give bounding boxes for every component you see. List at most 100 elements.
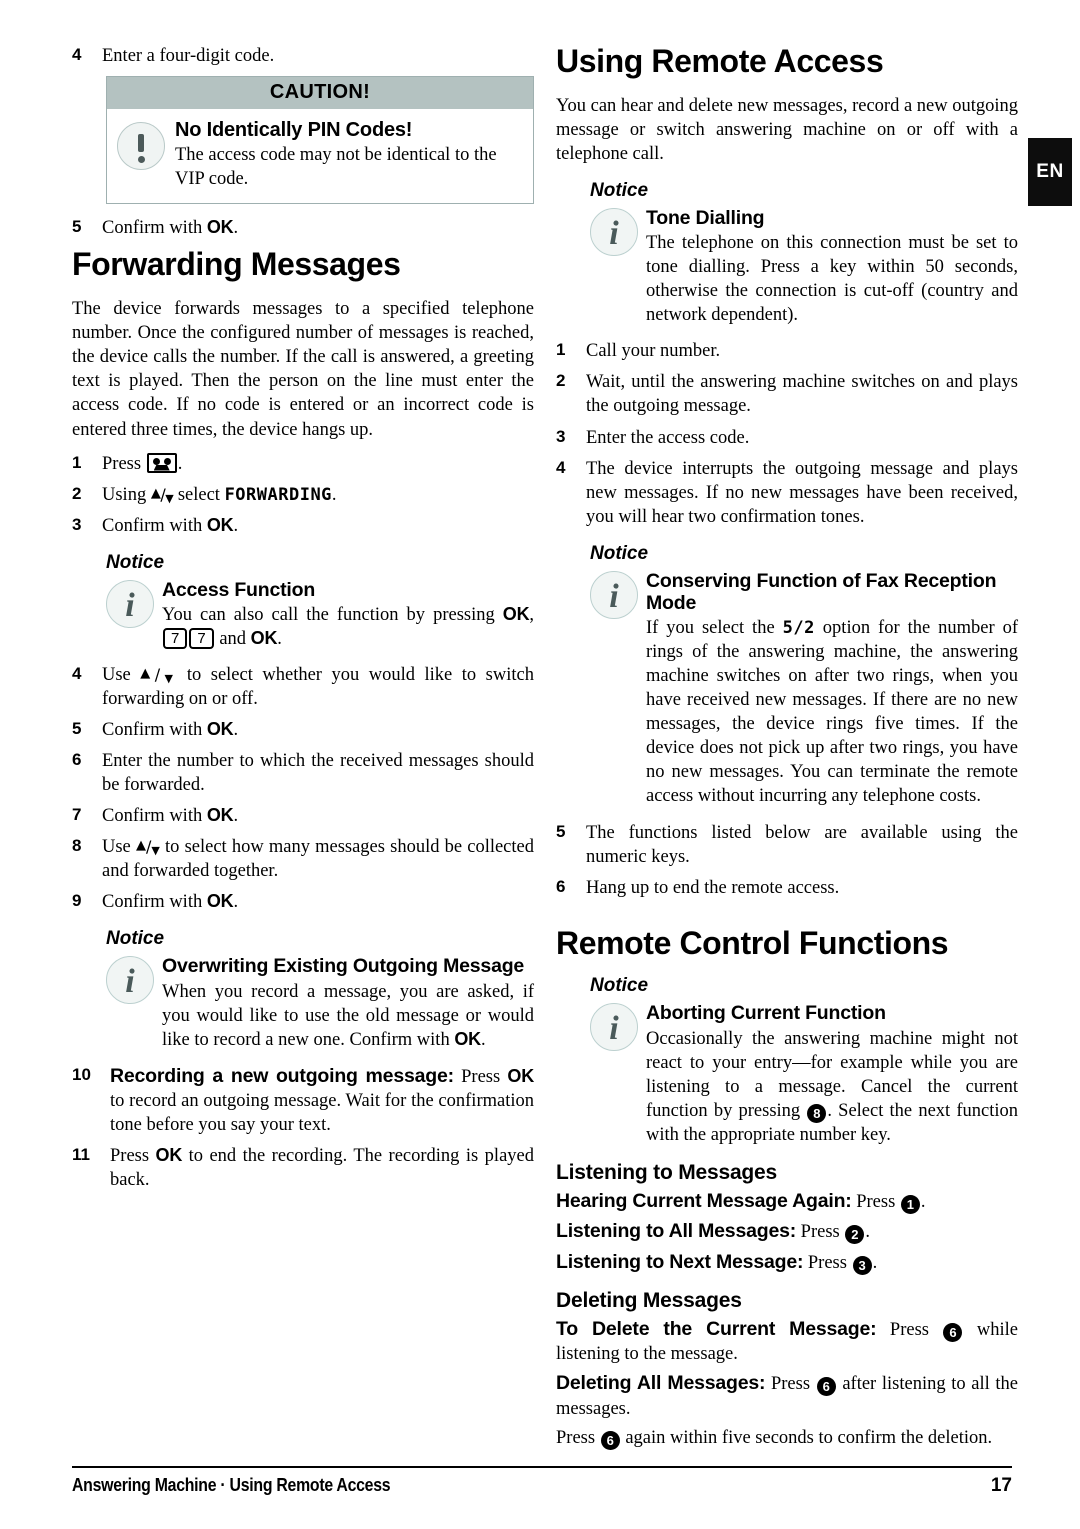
item-lead-in: To Delete the Current Message: [556, 1317, 877, 1340]
caution-header: CAUTION! [107, 77, 533, 110]
notice-tone-dialling: Notice i Tone Dialling The telephone on … [556, 180, 1018, 327]
step-number: 4 [556, 457, 566, 477]
step-text-tail: . [233, 720, 239, 741]
notice-label: Notice [590, 542, 649, 564]
notice-desc-post: . [277, 628, 282, 649]
step-item: 11 Press OK to end the recording. The rec… [72, 1144, 534, 1192]
step-text: Use [102, 665, 141, 685]
notice-label: Notice [590, 179, 649, 201]
notice-aborting-current-function: Notice i Aborting Current Function Occas… [556, 975, 1018, 1146]
notice-title: Aborting Current Function [646, 1002, 886, 1025]
notice-desc-pre: You can also call the function by pressi… [162, 604, 503, 625]
left-steps-group-a: 4 Enter a four-digit code. [72, 44, 534, 68]
manual-page: EN 4 Enter a four-digit code. CAUTION! N… [0, 0, 1080, 1529]
confirm-text-post: again within five seconds to confirm the… [620, 1427, 993, 1448]
step-text: Confirm with [102, 218, 207, 239]
notice-desc-post: . [480, 1029, 486, 1050]
numeric-key-2-icon: 2 [845, 1225, 865, 1245]
item-text-mid: Press [876, 1319, 943, 1340]
step-item: 8 Use ▲/▼ to select how many messages sho… [72, 835, 534, 883]
step-text: Using [102, 484, 151, 505]
item-text-tail: . [920, 1191, 926, 1212]
step-number: 5 [72, 217, 82, 237]
notice-text: Access Function You can also call the fu… [162, 579, 534, 651]
right-column: Using Remote Access You can hear and del… [556, 43, 1018, 1455]
ok-key-label: OK [206, 719, 234, 740]
remote-access-steps-5-6: 5 The functions listed below are availab… [556, 821, 1018, 900]
cassette-icon [146, 452, 177, 473]
step-number: 6 [556, 876, 566, 896]
step-number: 6 [72, 750, 82, 770]
step-text: Enter a four-digit code. [102, 46, 275, 66]
notice-text: Aborting Current Function Occasionally t… [646, 1002, 1018, 1146]
ok-key-label: OK [502, 603, 530, 624]
step-number: 11 [72, 1145, 90, 1165]
listening-item: Listening to All Messages: Press 2. [556, 1219, 1018, 1245]
numeric-key-8-icon: 8 [807, 1103, 827, 1123]
step-text-tail: . [233, 892, 239, 913]
confirm-text-pre: Press [556, 1427, 600, 1448]
left-column: 4 Enter a four-digit code. CAUTION! No I… [72, 44, 534, 1199]
item-text-mid: Press [851, 1191, 900, 1212]
ok-key-label: OK [454, 1028, 481, 1049]
step-text-tail: . [233, 806, 239, 827]
numeric-key-6-icon: 6 [943, 1322, 963, 1342]
caution-description: The access code may not be identical to … [175, 145, 497, 189]
notice-text: Overwriting Existing Outgoing Message Wh… [162, 955, 534, 1051]
numeric-key-7-box: 7 [189, 627, 214, 649]
step-text: Hang up to end the remote access. [586, 877, 840, 898]
section-heading-remote-control-functions: Remote Control Functions [556, 924, 949, 961]
ok-key-label: OK [206, 805, 234, 826]
step-number: 1 [556, 340, 566, 360]
step-number: 3 [72, 514, 82, 534]
step-number: 3 [556, 426, 566, 446]
step-text-tail: . [233, 218, 239, 239]
step-item: 7 Confirm with OK. [72, 804, 534, 828]
notice-conserving-fax-reception: Notice i Conserving Function of Fax Rece… [556, 543, 1018, 809]
step-item: 5 The functions listed below are availab… [556, 821, 1018, 869]
step-item: 1 Call your number. [556, 339, 1018, 363]
step-item: 9 Confirm with OK. [72, 890, 534, 914]
step-item: 5 Confirm with OK. [72, 216, 534, 240]
caution-title: No Identically PIN Codes! [175, 119, 413, 142]
step-item: 4 The device interrupts the outgoing mes… [556, 457, 1018, 529]
notice-row: i Access Function You can also call the … [72, 579, 534, 651]
step-number: 4 [72, 664, 82, 683]
step-item: 3 Enter the access code. [556, 426, 1018, 450]
footer-breadcrumb: Answering Machine · Using Remote Access [72, 1475, 391, 1495]
forwarding-intro-paragraph: The device forwards messages to a specif… [72, 299, 534, 440]
step-text: The device interrupts the outgoing messa… [586, 458, 1018, 527]
step-text: Confirm with [102, 892, 207, 913]
notice-description: If you select the 5/2 option for the num… [646, 616, 1018, 808]
notice-text: Conserving Function of Fax Reception Mod… [646, 570, 1018, 809]
step-item: 6 Enter the number to which the received … [72, 749, 534, 797]
item-lead-in: Listening to All Messages: [556, 1220, 797, 1243]
notice-row: i Tone Dialling The telephone on this co… [556, 207, 1018, 327]
deleting-item: To Delete the Current Message: Press 6 w… [556, 1317, 1018, 1366]
info-icon: i [590, 1003, 638, 1052]
step-text: Confirm with [102, 806, 207, 827]
notice-label: Notice [590, 975, 649, 997]
notice-description: You can also call the function by pressi… [162, 603, 534, 651]
notice-description: When you record a message, you are asked… [162, 980, 534, 1052]
step-text-tail: to select how many messages should be co… [102, 837, 534, 882]
notice-text: Tone Dialling The telephone on this conn… [646, 207, 1018, 327]
step-text-mid: select [173, 484, 225, 505]
notice-description: The telephone on this connection must be… [646, 233, 1018, 326]
step-text-mid: Press [453, 1066, 508, 1087]
info-icon: i [106, 956, 154, 1005]
step-text: Use [102, 837, 136, 858]
remote-access-steps-1-4: 1 Call your number. 2 Wait, until the an… [556, 339, 1018, 528]
step-number: 1 [72, 452, 82, 472]
caution-box: CAUTION! No Identically PIN Codes! The a… [106, 76, 534, 205]
notice-title: Conserving Function of Fax Reception Mod… [646, 569, 997, 614]
notice-desc-post: option for the number of rings of the an… [646, 618, 1019, 807]
item-text-mid: Press [765, 1374, 816, 1395]
lcd-ring-option-label: 5/2 [782, 618, 815, 639]
listening-item: Listening to Next Message: Press 3. [556, 1250, 1018, 1275]
step-number: 9 [72, 891, 82, 911]
step-text-tail: to record an outgoing message. Wait for … [110, 1091, 534, 1136]
info-icon: i [590, 207, 638, 256]
step-text-tail: . [233, 515, 239, 536]
step-number: 7 [72, 805, 82, 825]
